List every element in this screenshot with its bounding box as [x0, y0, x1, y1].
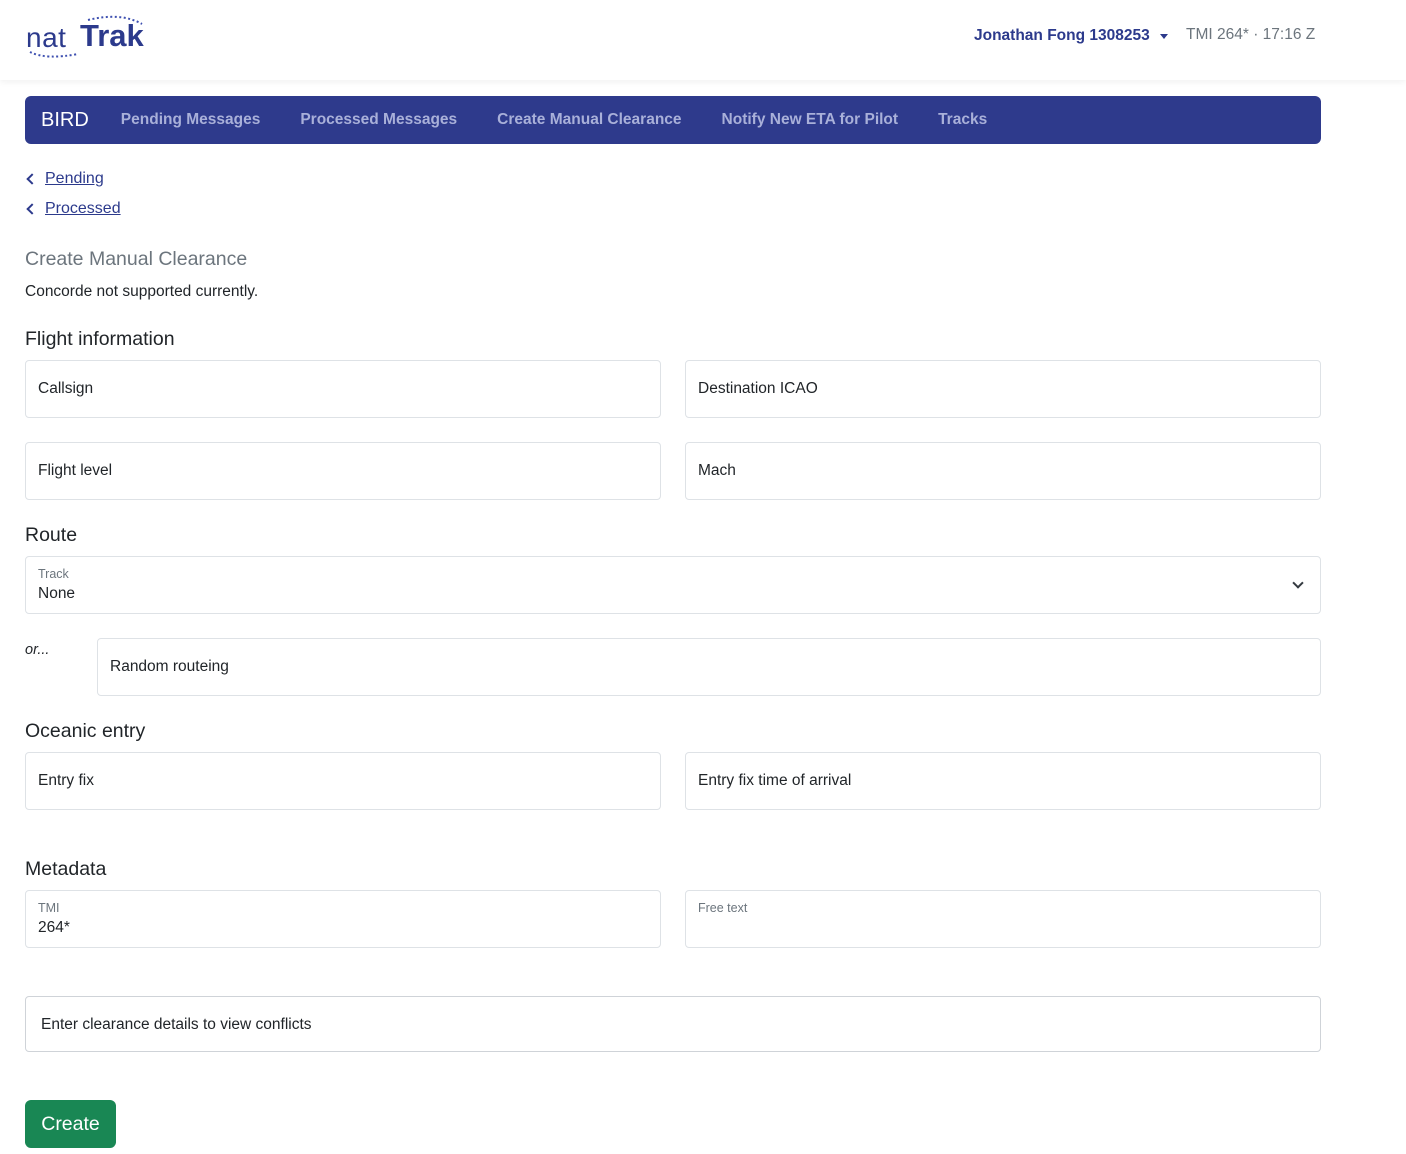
breadcrumb-pending: Pending	[25, 170, 104, 188]
section-route: Route	[25, 524, 78, 546]
nav-notify-new-eta[interactable]: Notify New ETA for Pilot	[722, 111, 899, 129]
flight-level-placeholder: Flight level	[38, 462, 113, 479]
section-oceanic-entry: Oceanic entry	[25, 720, 146, 742]
section-metadata: Metadata	[25, 858, 107, 880]
conflicts-panel: Enter clearance details to view conflict…	[25, 996, 1321, 1052]
chevron-left-icon	[26, 173, 38, 185]
tmi-label: TMI	[38, 901, 60, 915]
random-routeing-placeholder: Random routeing	[110, 658, 229, 675]
nav-processed-messages[interactable]: Processed Messages	[300, 111, 457, 129]
track-select[interactable]: Track None	[25, 556, 1321, 614]
nav-brand[interactable]: BIRD	[41, 109, 89, 132]
track-label: Track	[38, 567, 69, 581]
user-menu[interactable]: Jonathan Fong 1308253	[974, 26, 1168, 46]
nattrak-logo[interactable]: nat Trak	[26, 14, 146, 60]
mach-placeholder: Mach	[698, 462, 736, 479]
chevron-left-icon	[26, 203, 38, 215]
conflicts-message: Enter clearance details to view conflict…	[41, 1016, 312, 1033]
tmi-input[interactable]: TMI 264*	[25, 890, 661, 948]
or-label: or...	[25, 642, 50, 658]
page-title: Create Manual Clearance	[25, 248, 248, 270]
chevron-down-icon	[1292, 577, 1304, 589]
caret-down-icon	[1159, 33, 1168, 39]
random-routeing-input[interactable]: Random routeing	[97, 638, 1321, 696]
main-navbar: BIRD Pending Messages Processed Messages…	[25, 96, 1321, 144]
concorde-note: Concorde not supported currently.	[25, 283, 259, 300]
destination-icao-input[interactable]: Destination ICAO	[685, 360, 1321, 418]
callsign-input[interactable]: Callsign	[25, 360, 661, 418]
destination-icao-placeholder: Destination ICAO	[698, 380, 818, 397]
free-text-input[interactable]: Free text	[685, 890, 1321, 948]
logo-nat-text: nat	[26, 22, 67, 53]
nav-create-manual-clearance[interactable]: Create Manual Clearance	[497, 111, 681, 129]
nav-tracks[interactable]: Tracks	[938, 111, 987, 129]
section-flight-information: Flight information	[25, 328, 175, 350]
back-link-processed[interactable]: Processed	[45, 200, 121, 218]
user-name: Jonathan Fong 1308253	[974, 27, 1150, 44]
tmi-time-readout: TMI 264* · 17:16 Z	[1186, 26, 1316, 43]
breadcrumb-processed: Processed	[25, 200, 121, 218]
entry-fix-time-input[interactable]: Entry fix time of arrival	[685, 752, 1321, 810]
entry-fix-placeholder: Entry fix	[38, 772, 94, 789]
tmi-value: 264*	[38, 919, 70, 936]
mach-input[interactable]: Mach	[685, 442, 1321, 500]
top-bar: nat Trak Jonathan Fong 1308253 TMI 264* …	[0, 0, 1406, 80]
callsign-placeholder: Callsign	[38, 380, 94, 397]
create-button[interactable]: Create	[25, 1100, 116, 1148]
entry-fix-input[interactable]: Entry fix	[25, 752, 661, 810]
flight-level-input[interactable]: Flight level	[25, 442, 661, 500]
nav-pending-messages[interactable]: Pending Messages	[121, 111, 261, 129]
free-text-label: Free text	[698, 901, 748, 915]
back-link-pending[interactable]: Pending	[45, 170, 104, 188]
track-selected-value: None	[38, 585, 76, 602]
entry-fix-time-placeholder: Entry fix time of arrival	[698, 772, 852, 789]
logo-trak-text: Trak	[80, 18, 144, 53]
